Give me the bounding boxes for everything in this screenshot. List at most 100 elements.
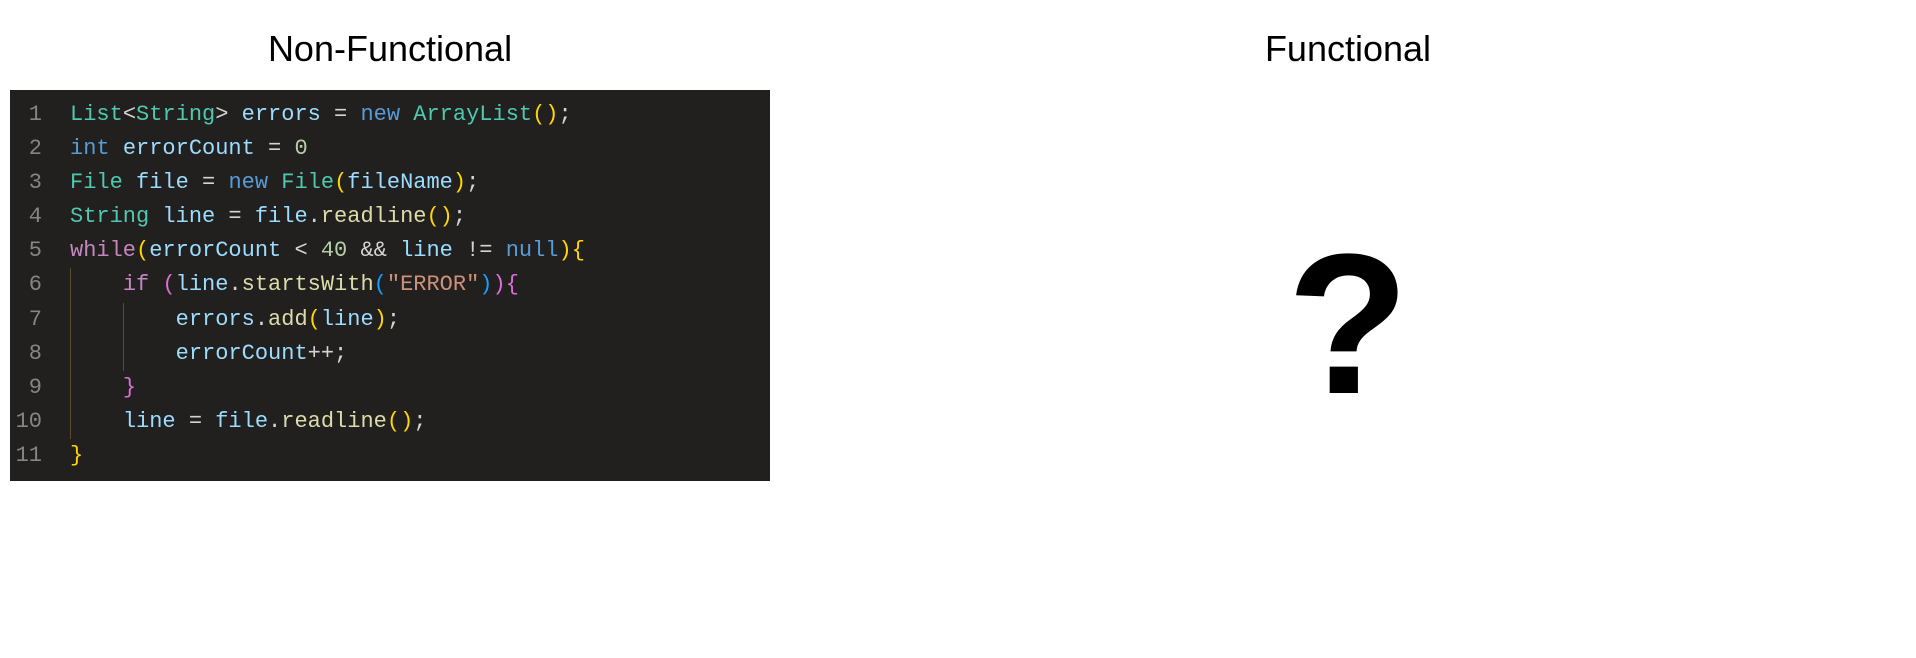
functional-panel: Functional ? — [780, 20, 1916, 638]
code-token — [70, 375, 123, 400]
code-line: 3File file = new File(fileName); — [10, 166, 770, 200]
indent-guide — [70, 371, 71, 405]
code-token: > — [215, 102, 228, 127]
code-token — [149, 204, 162, 229]
code-token: ; — [466, 170, 479, 195]
code-editor: 1List<String> errors = new ArrayList();2… — [10, 90, 770, 481]
code-token: . — [255, 307, 268, 332]
code-token: add — [268, 307, 308, 332]
code-line: 5while(errorCount < 40 && line != null){ — [10, 234, 770, 268]
code-token: ; — [413, 409, 426, 434]
code-token: ++; — [308, 341, 348, 366]
code-token: { — [572, 238, 585, 263]
functional-title: Functional — [1265, 20, 1431, 70]
code-token: ) — [374, 307, 387, 332]
code-token: && — [347, 238, 400, 263]
code-content: } — [70, 439, 83, 473]
code-line: 8 errorCount++; — [10, 337, 770, 371]
code-token: ( — [136, 238, 149, 263]
code-token: startsWith — [242, 272, 374, 297]
code-line: 1List<String> errors = new ArrayList(); — [10, 98, 770, 132]
code-token: ; — [387, 307, 400, 332]
code-token: () — [532, 102, 558, 127]
indent-guide — [70, 405, 71, 439]
code-token: ( — [162, 272, 175, 297]
code-token: line — [400, 238, 453, 263]
code-token: ) — [493, 272, 506, 297]
code-token: ) — [479, 272, 492, 297]
code-token: } — [123, 375, 136, 400]
code-content: File file = new File(fileName); — [70, 166, 479, 200]
code-token: . — [268, 409, 281, 434]
code-token: File — [281, 170, 334, 195]
code-token: fileName — [347, 170, 453, 195]
code-token — [228, 102, 241, 127]
code-token: errorCount — [149, 238, 281, 263]
code-token: != — [453, 238, 506, 263]
indent-guide — [70, 268, 71, 302]
code-token: line — [321, 307, 374, 332]
code-line: 9 } — [10, 371, 770, 405]
code-token: ) — [453, 170, 466, 195]
code-token: file — [136, 170, 189, 195]
code-token: readline — [281, 409, 387, 434]
code-token: () — [426, 204, 452, 229]
code-token: . — [308, 204, 321, 229]
code-token: ArrayList — [413, 102, 532, 127]
code-token — [70, 409, 123, 434]
code-token: readline — [321, 204, 427, 229]
code-content: errors.add(line); — [70, 303, 400, 337]
code-token: errorCount — [123, 136, 255, 161]
code-token: String — [136, 102, 215, 127]
code-content: String line = file.readline(); — [70, 200, 466, 234]
code-token: new — [228, 170, 268, 195]
code-token: = — [189, 170, 229, 195]
code-line: 7 errors.add(line); — [10, 303, 770, 337]
indent-guide — [123, 337, 124, 371]
indent-guide — [70, 303, 71, 337]
code-line: 11} — [10, 439, 770, 473]
code-content: List<String> errors = new ArrayList(); — [70, 98, 572, 132]
code-content: while(errorCount < 40 && line != null){ — [70, 234, 585, 268]
indent-guide — [123, 303, 124, 337]
code-content: } — [70, 371, 136, 405]
code-token: errorCount — [176, 341, 308, 366]
code-token: errors — [176, 307, 255, 332]
code-token: new — [360, 102, 400, 127]
code-token: = — [176, 409, 216, 434]
code-token: null — [506, 238, 559, 263]
code-token: line — [123, 409, 176, 434]
question-mark-icon: ? — [1287, 210, 1409, 440]
code-token: List — [70, 102, 123, 127]
code-token: < — [123, 102, 136, 127]
indent-guide — [70, 337, 71, 371]
code-line: 2int errorCount = 0 — [10, 132, 770, 166]
code-token: file — [255, 204, 308, 229]
code-token: if — [123, 272, 149, 297]
line-number: 6 — [10, 268, 70, 302]
line-number: 2 — [10, 132, 70, 166]
code-token: = — [255, 136, 295, 161]
code-token: ) — [559, 238, 572, 263]
code-token: = — [215, 204, 255, 229]
code-token: 40 — [321, 238, 347, 263]
code-token — [123, 170, 136, 195]
line-number: 3 — [10, 166, 70, 200]
line-number: 1 — [10, 98, 70, 132]
code-token: File — [70, 170, 123, 195]
code-token: int — [70, 136, 110, 161]
code-token: { — [506, 272, 519, 297]
line-number: 5 — [10, 234, 70, 268]
code-token: "ERROR" — [387, 272, 479, 297]
code-token — [400, 102, 413, 127]
code-token — [70, 272, 123, 297]
code-token — [268, 170, 281, 195]
code-content: errorCount++; — [70, 337, 347, 371]
code-content: if (line.startsWith("ERROR")){ — [70, 268, 519, 302]
code-token: String — [70, 204, 149, 229]
line-number: 8 — [10, 337, 70, 371]
code-token: file — [215, 409, 268, 434]
code-content: line = file.readline(); — [70, 405, 426, 439]
code-token: } — [70, 443, 83, 468]
code-token: line — [162, 204, 215, 229]
